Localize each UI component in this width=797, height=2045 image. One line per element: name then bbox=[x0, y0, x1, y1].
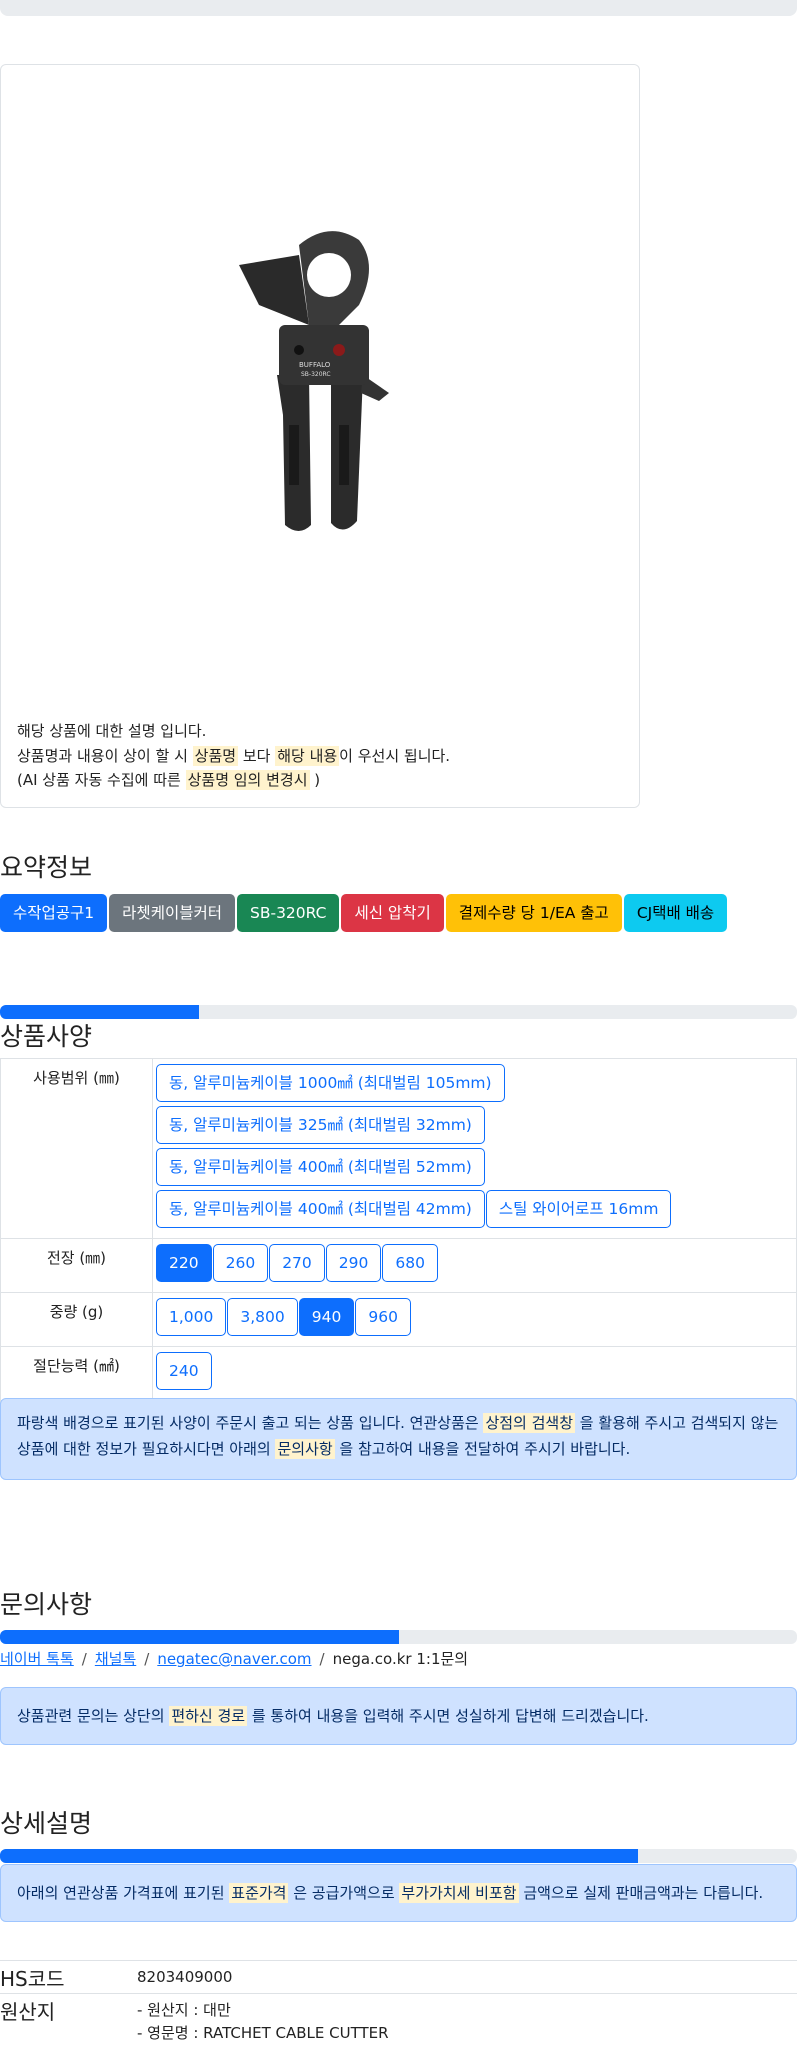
svg-text:SB-320RC: SB-320RC bbox=[301, 371, 331, 378]
spec-option[interactable]: 260 bbox=[212, 1244, 269, 1282]
summary-badge: CJ택배 배송 bbox=[623, 894, 728, 932]
note-line-3: (AI 상품 자동 수집에 따른 상품명 임의 변경시 ) bbox=[17, 768, 450, 793]
inquiry-heading: 문의사항 bbox=[0, 1590, 93, 1619]
spec-row: 사용범위 (㎜) 동, 알루미늄케이블 1000㎟ (최대벌림 105mm) 동, … bbox=[0, 1058, 797, 1239]
notice-text: 파랑색 배경으로 표기된 사양이 주문시 출고 되는 상품 입니다. 연관상품은 bbox=[17, 1414, 484, 1432]
spec-option[interactable]: 680 bbox=[382, 1244, 438, 1282]
spec-option[interactable]: 동, 알루미늄케이블 400㎟ (최대벌림 42mm) bbox=[156, 1190, 485, 1228]
inquiry-progress-fill bbox=[0, 1630, 399, 1644]
svg-text:BUFFALO: BUFFALO bbox=[299, 361, 331, 369]
spec-label: 사용범위 (㎜) bbox=[0, 1058, 153, 1239]
inquiry-notice: 상품관련 문의는 상단의 편하신 경로 를 통하여 내용을 입력해 주시면 성실… bbox=[0, 1687, 797, 1745]
detail-heading: 상세설명 bbox=[0, 1809, 93, 1838]
notice-highlight: 표준가격 bbox=[229, 1883, 289, 1903]
origin-label: 원산지 bbox=[0, 2000, 56, 2024]
spec-option[interactable]: 1,000 bbox=[156, 1298, 227, 1336]
detail-progress-fill bbox=[0, 1849, 638, 1863]
note-text: 보다 bbox=[238, 746, 276, 765]
spec-options: 220 260 270 290 680 bbox=[152, 1238, 797, 1293]
product-card: BUFFALO SB-320RC 해당 상품에 대한 설명 입니다. 상품명과 … bbox=[0, 64, 640, 808]
spec-option[interactable]: 동, 알루미늄케이블 1000㎟ (최대벌림 105mm) bbox=[156, 1064, 505, 1102]
spec-options: 동, 알루미늄케이블 1000㎟ (최대벌림 105mm) 동, 알루미늄케이블 … bbox=[152, 1058, 797, 1239]
summary-badge: 세신 압착기 bbox=[341, 894, 444, 932]
note-highlight: 해당 내용 bbox=[275, 745, 340, 766]
spec-table: 사용범위 (㎜) 동, 알루미늄케이블 1000㎟ (최대벌림 105mm) 동, … bbox=[0, 1058, 797, 1455]
spec-option-line: 동, 알루미늄케이블 1000㎟ (최대벌림 105mm) bbox=[156, 1064, 793, 1106]
spec-option[interactable]: 270 bbox=[269, 1244, 325, 1282]
notice-text: 상품관련 문의는 상단의 bbox=[17, 1707, 170, 1725]
spec-progress-bar bbox=[0, 1005, 797, 1019]
notice-text: 은 공급가액으로 bbox=[288, 1884, 400, 1902]
spec-option-line: 동, 알루미늄케이블 325㎟ (최대벌림 32mm) 동, 알루미늄케이블 40… bbox=[156, 1106, 793, 1190]
spec-label: 중량 (g) bbox=[0, 1292, 153, 1347]
spec-option-selected[interactable]: 940 bbox=[298, 1298, 355, 1336]
site-inquiry-text: nega.co.kr 1:1문의 bbox=[332, 1650, 469, 1668]
note-text: 해당 상품에 대한 설명 입니다. bbox=[17, 722, 207, 740]
notice-highlight: 상점의 검색창 bbox=[483, 1413, 576, 1433]
summary-badge: 결제수량 당 1/EA 출고 bbox=[445, 894, 622, 932]
spec-option[interactable]: 240 bbox=[156, 1352, 212, 1390]
inquiry-links: 네이버 톡톡 / 채널톡 / negatec@naver.com / nega.co.kr … bbox=[0, 1648, 468, 1669]
origin-row: 원산지 - 원산지 : 대만 - 영문명 : RATCHET CABLE CUT… bbox=[0, 1993, 797, 2045]
origin-english-name: - 영문명 : RATCHET CABLE CUTTER bbox=[137, 2024, 389, 2042]
spec-row: 전장 (㎜) 220 260 270 290 680 bbox=[0, 1238, 797, 1293]
separator: / bbox=[144, 1650, 150, 1668]
spec-heading: 상품사양 bbox=[0, 1022, 93, 1051]
spec-label: 절단능력 (㎟) bbox=[0, 1346, 153, 1401]
spec-option-line: 240 bbox=[156, 1352, 793, 1394]
separator: / bbox=[319, 1650, 325, 1668]
summary-badge: SB-320RC bbox=[237, 894, 340, 932]
hs-code-label: HS코드 bbox=[0, 1967, 65, 1991]
summary-badge: 수작업공구1 bbox=[0, 894, 108, 932]
hs-code-value: 8203409000 bbox=[137, 1968, 233, 1986]
hs-code-row: HS코드 8203409000 bbox=[0, 1960, 797, 1993]
inquiry-progress-bar bbox=[0, 1630, 797, 1644]
separator: / bbox=[81, 1650, 87, 1668]
note-text: 상품명과 내용이 상이 할 시 bbox=[17, 746, 193, 765]
notice-highlight: 편하신 경로 bbox=[169, 1706, 248, 1726]
spec-option[interactable]: 290 bbox=[325, 1244, 382, 1282]
top-progress-bar bbox=[0, 0, 797, 16]
notice-text: 금액으로 실제 판매금액과는 다릅니다. bbox=[518, 1884, 764, 1902]
origin-country: - 원산지 : 대만 bbox=[137, 2001, 231, 2019]
spec-options: 240 bbox=[152, 1346, 797, 1401]
spec-option-line: 1,000 3,800 940 960 bbox=[156, 1298, 793, 1340]
spec-option[interactable]: 스틸 와이어로프 16mm bbox=[485, 1190, 672, 1228]
detail-notice: 아래의 연관상품 가격표에 표기된 표준가격 은 공급가액으로 부가가치세 비포… bbox=[0, 1864, 797, 1922]
notice-highlight: 문의사항 bbox=[275, 1439, 335, 1459]
detail-progress-bar bbox=[0, 1849, 797, 1863]
note-text: 이 우선시 됩니다. bbox=[339, 746, 451, 765]
notice-highlight: 부가가치세 비포함 bbox=[399, 1883, 519, 1903]
spec-option-line: 동, 알루미늄케이블 400㎟ (최대벌림 42mm) 스틸 와이어로프 16mm bbox=[156, 1190, 793, 1232]
product-notes: 해당 상품에 대한 설명 입니다. 상품명과 내용이 상이 할 시 상품명 보다… bbox=[17, 719, 450, 793]
note-text: ) bbox=[309, 771, 321, 789]
notice-text: 을 참고하여 내용을 전달하여 주시기 바랍니다. bbox=[334, 1440, 631, 1458]
note-highlight: 상품명 bbox=[192, 745, 239, 766]
summary-heading: 요약정보 bbox=[0, 853, 93, 882]
channel-talk-link[interactable]: 채널톡 bbox=[95, 1650, 136, 1668]
email-link[interactable]: negatec@naver.com bbox=[157, 1650, 311, 1668]
notice-text: 를 통하여 내용을 입력해 주시면 성실하게 답변해 드리겠습니다. bbox=[247, 1707, 649, 1725]
spec-option-selected[interactable]: 220 bbox=[156, 1244, 212, 1282]
note-line-2: 상품명과 내용이 상이 할 시 상품명 보다 해당 내용 이 우선시 됩니다. bbox=[17, 744, 450, 769]
spec-option[interactable]: 동, 알루미늄케이블 400㎟ (최대벌림 52mm) bbox=[156, 1148, 485, 1186]
naver-talk-link[interactable]: 네이버 톡톡 bbox=[0, 1650, 74, 1668]
spec-option[interactable]: 동, 알루미늄케이블 325㎟ (최대벌림 32mm) bbox=[156, 1106, 485, 1144]
spec-label: 전장 (㎜) bbox=[0, 1238, 153, 1293]
origin-values: - 원산지 : 대만 - 영문명 : RATCHET CABLE CUTTER bbox=[137, 1999, 389, 2045]
spec-row: 절단능력 (㎟) 240 bbox=[0, 1346, 797, 1401]
spec-notice: 파랑색 배경으로 표기된 사양이 주문시 출고 되는 상품 입니다. 연관상품은… bbox=[0, 1398, 797, 1480]
spec-option-line: 220 260 270 290 680 bbox=[156, 1244, 793, 1286]
spec-option[interactable]: 960 bbox=[355, 1298, 411, 1336]
spec-options: 1,000 3,800 940 960 bbox=[152, 1292, 797, 1347]
spec-row: 중량 (g) 1,000 3,800 940 960 bbox=[0, 1292, 797, 1347]
summary-badges: 수작업공구1 라쳇케이블커터 SB-320RC 세신 압착기 결제수량 당 1/EA 출… bbox=[0, 894, 729, 932]
product-image: BUFFALO SB-320RC bbox=[239, 231, 389, 531]
note-text: (AI 상품 자동 수집에 따른 bbox=[17, 771, 186, 789]
notice-text: 아래의 연관상품 가격표에 표기된 bbox=[17, 1884, 230, 1902]
note-highlight: 상품명 임의 변경시 bbox=[185, 770, 310, 790]
spec-option[interactable]: 3,800 bbox=[227, 1298, 298, 1336]
summary-badge: 라쳇케이블커터 bbox=[109, 894, 235, 932]
note-line-1: 해당 상품에 대한 설명 입니다. bbox=[17, 719, 450, 744]
